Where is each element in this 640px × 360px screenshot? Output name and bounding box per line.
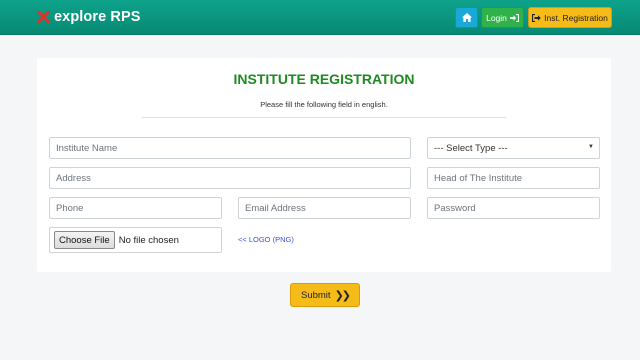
institute-name-input[interactable]	[49, 137, 411, 159]
form-instructions: Please fill the following field in engli…	[260, 100, 388, 109]
institute-registration-button[interactable]: Inst. Registration	[528, 7, 612, 28]
head-of-institute-input[interactable]	[427, 167, 600, 189]
divider	[142, 117, 506, 118]
page-title: INSTITUTE REGISTRATION	[233, 71, 415, 87]
sign-in-icon	[509, 13, 519, 22]
home-icon	[461, 13, 472, 22]
file-status: No file chosen	[118, 234, 179, 246]
double-chevron-right-icon: ❯❯	[334, 289, 352, 302]
submit-label: Submit	[300, 289, 331, 301]
password-input[interactable]	[427, 197, 600, 219]
submit-button[interactable]: Submit ❯❯	[290, 283, 360, 307]
brand[interactable]: explore RPS	[36, 9, 141, 25]
cross-icon	[36, 10, 50, 24]
sign-out-icon	[532, 13, 541, 22]
institute-registration-label: Inst. Registration	[544, 12, 608, 23]
top-navbar: explore RPS Login Inst. Registration	[0, 0, 640, 35]
institute-type-selected: --- Select Type ---	[434, 142, 508, 154]
phone-input[interactable]	[49, 197, 222, 219]
logo-file-input[interactable]: Choose File No file chosen	[49, 227, 222, 253]
address-input[interactable]	[49, 167, 411, 189]
logo-hint: << LOGO (PNG)	[238, 235, 294, 244]
dropdown-arrow-icon: ▼	[588, 144, 594, 150]
institute-type-select[interactable]: --- Select Type --- ▼	[427, 137, 600, 159]
email-input[interactable]	[238, 197, 411, 219]
choose-file-button[interactable]: Choose File	[54, 231, 115, 249]
registration-panel: INSTITUTE REGISTRATION Please fill the f…	[37, 58, 611, 272]
login-button[interactable]: Login	[481, 7, 524, 28]
brand-name: explore RPS	[54, 9, 141, 25]
login-label: Login	[486, 12, 507, 23]
home-button[interactable]	[455, 7, 478, 28]
